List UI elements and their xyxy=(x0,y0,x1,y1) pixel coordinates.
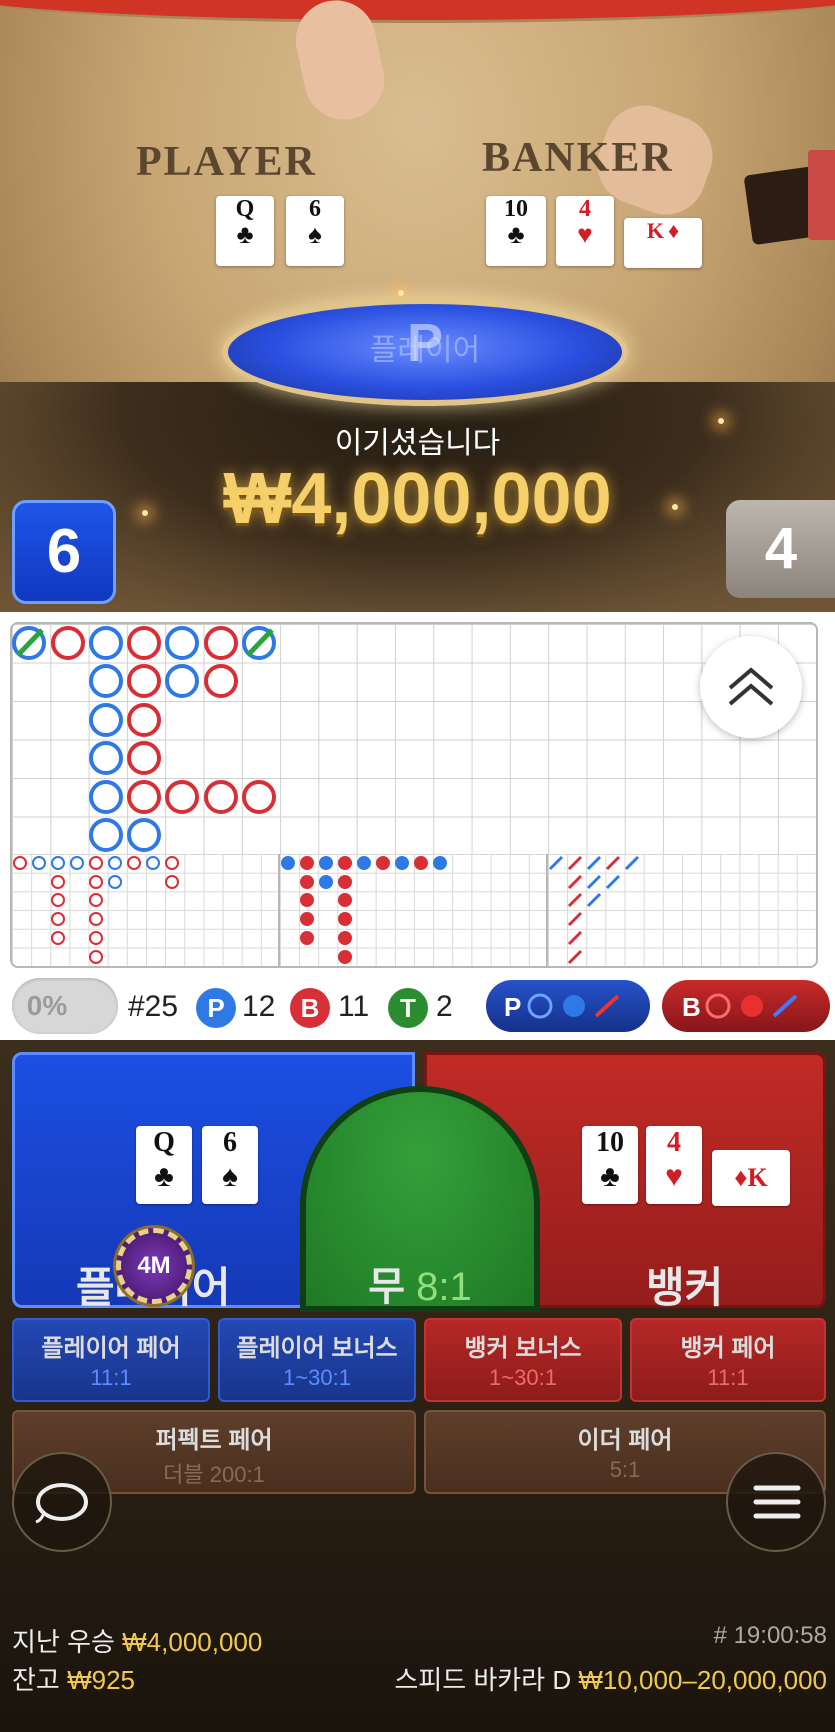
last-win-amount: ₩4,000,000 xyxy=(122,1627,263,1657)
banker-bonus-bet[interactable]: 뱅커 보너스 1~30:1 xyxy=(424,1318,622,1402)
perfect-pair-label: 퍼펙트 페어 xyxy=(155,1427,273,1454)
player-pair-odds: 11:1 xyxy=(90,1365,132,1390)
balance-amount: ₩925 xyxy=(67,1665,135,1695)
player-bonus-label: 플레이어 보너스 xyxy=(236,1335,398,1362)
player-score-badge: 6 xyxy=(12,500,116,604)
table-card-banker-3: K ♦ xyxy=(624,218,702,268)
bet-chip[interactable]: 4M xyxy=(116,1228,192,1304)
tie-bet-label: 무 xyxy=(368,1265,406,1309)
table-name: 스피드 바카라 D xyxy=(394,1665,572,1695)
predict-banker-pattern-icon xyxy=(705,993,798,1019)
banker-bet-label: 뱅커 xyxy=(646,1264,724,1311)
predict-player-button[interactable]: P xyxy=(486,980,650,1032)
tie-count-icon: T xyxy=(388,988,428,1028)
menu-button[interactable] xyxy=(726,1452,826,1552)
card-shoe-inner xyxy=(808,150,835,240)
banker-pair-bet[interactable]: 뱅커 페어 11:1 xyxy=(630,1318,826,1402)
predict-player-pattern-icon xyxy=(527,993,620,1019)
predict-banker-letter: B xyxy=(682,992,701,1022)
chat-button[interactable] xyxy=(12,1452,112,1552)
win-amount: ₩4,000,000 xyxy=(223,459,612,539)
banker-pair-label: 뱅커 페어 xyxy=(680,1335,776,1362)
player-card-2: 6 ♠ xyxy=(202,1126,258,1204)
derived-road-svg xyxy=(13,855,640,965)
derived-road-marks xyxy=(10,854,814,966)
banker-pair-odds: 11:1 xyxy=(707,1365,749,1390)
player-count: 12 xyxy=(242,990,276,1023)
tie-count: 2 xyxy=(436,990,453,1023)
banker-count: 11 xyxy=(338,990,370,1023)
last-win: 지난 우승 ₩4,000,000 xyxy=(12,1622,262,1659)
player-count-icon: P xyxy=(196,988,236,1028)
table-card-banker-2: 4 ♥ xyxy=(556,196,614,266)
double-chevron-up-icon xyxy=(728,667,774,706)
table-card-player-1: Q ♣ xyxy=(216,196,274,266)
percent-toggle-label: 0% xyxy=(26,990,68,1021)
player-pair-label: 플레이어 페어 xyxy=(41,1335,181,1362)
predict-banker-button[interactable]: B xyxy=(662,980,830,1032)
live-video-stream: PLAYER BANKER Q ♣ 6 ♠ 10 ♣ 4 ♥ K ♦ 플레이어 P 이기… xyxy=(0,0,835,612)
either-pair-label: 이더 페어 xyxy=(577,1427,673,1454)
table-limits: ₩10,000–20,000,000 xyxy=(578,1665,827,1695)
small-road xyxy=(281,856,447,964)
balance: 잔고 ₩925 xyxy=(12,1660,135,1697)
tie-bet-odds: 8:1 xyxy=(416,1265,472,1309)
big-road-bead-svg xyxy=(12,626,276,852)
last-win-label: 지난 우승 xyxy=(12,1627,115,1657)
banker-score-badge: 4 xyxy=(726,500,835,598)
dealer-area xyxy=(0,0,835,23)
game-id: # 19:00:58 xyxy=(713,1622,827,1649)
player-bonus-odds: 1~30:1 xyxy=(283,1365,351,1390)
table-info: 스피드 바카라 D ₩10,000–20,000,000 xyxy=(394,1660,827,1697)
banker-card-2: 4 ♥ xyxy=(646,1126,702,1204)
table-card-player-2: 6 ♠ xyxy=(286,196,344,266)
tie-bet-text: 무 8:1 xyxy=(300,1254,540,1312)
balance-label: 잔고 xyxy=(12,1665,60,1695)
winner-oval-letter: P xyxy=(406,313,444,373)
player-bonus-bet[interactable]: 플레이어 보너스 1~30:1 xyxy=(218,1318,416,1402)
banker-bonus-odds: 1~30:1 xyxy=(489,1365,557,1390)
banker-card-3: ♦K xyxy=(712,1150,790,1206)
banker-card-1: 10 ♣ xyxy=(582,1126,638,1204)
banker-bonus-label: 뱅커 보너스 xyxy=(464,1335,582,1362)
player-pair-bet[interactable]: 플레이어 페어 11:1 xyxy=(12,1318,210,1402)
chat-bubble-icon xyxy=(35,1483,88,1524)
predict-player-letter: P xyxy=(504,992,522,1022)
player-seat-label: PLAYER xyxy=(136,139,317,185)
cockroach-road xyxy=(548,855,640,965)
big-eye-road xyxy=(13,856,179,964)
round-number: #25 xyxy=(128,990,179,1023)
hamburger-menu-icon xyxy=(753,1485,801,1519)
banker-seat-label: BANKER xyxy=(482,135,674,181)
banker-count-icon: B xyxy=(290,988,330,1028)
big-road-beads xyxy=(10,622,814,854)
sparkle xyxy=(398,290,404,296)
table-card-banker-1: 10 ♣ xyxy=(486,196,546,266)
win-message: 이기셨습니다 xyxy=(334,427,501,460)
player-card-1: Q ♣ xyxy=(136,1126,192,1204)
collapse-roadmap-button[interactable] xyxy=(700,636,802,738)
